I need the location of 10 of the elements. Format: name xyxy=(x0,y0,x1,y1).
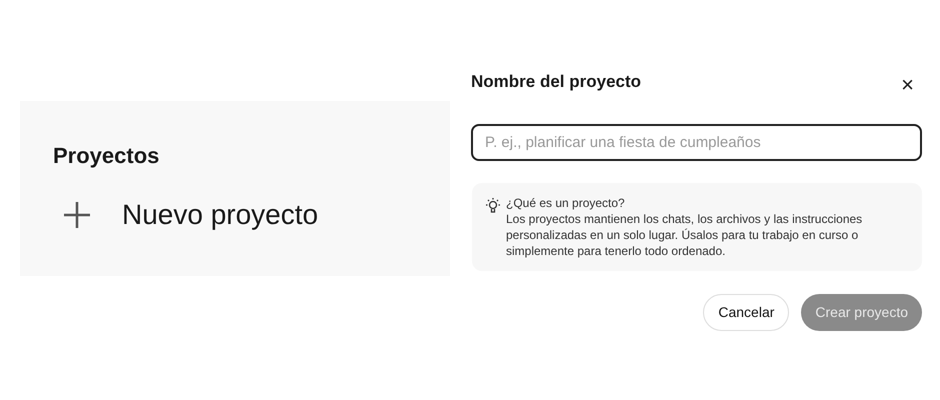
plus-icon[interactable] xyxy=(62,200,92,230)
cancel-button[interactable]: Cancelar xyxy=(703,294,790,331)
dialog-title: Nombre del proyecto xyxy=(471,71,642,94)
info-title: ¿Qué es un proyecto? xyxy=(506,195,626,211)
lightbulb-icon xyxy=(484,197,502,215)
new-project-link[interactable]: Nuevo proyecto xyxy=(122,194,318,236)
project-name-field[interactable]: P. ej., planificar una fiesta de cumpleaños xyxy=(471,124,922,161)
close-button[interactable]: × xyxy=(901,74,914,96)
section-heading: Proyectos xyxy=(53,142,160,170)
info-text: Los proyectos mantienen los chats, los archivos y las instrucciones personalizadas en un solo lugar. Úsalos para tu trabajo en curso o simplemente para tenerlo todo ordenado. xyxy=(506,211,864,259)
